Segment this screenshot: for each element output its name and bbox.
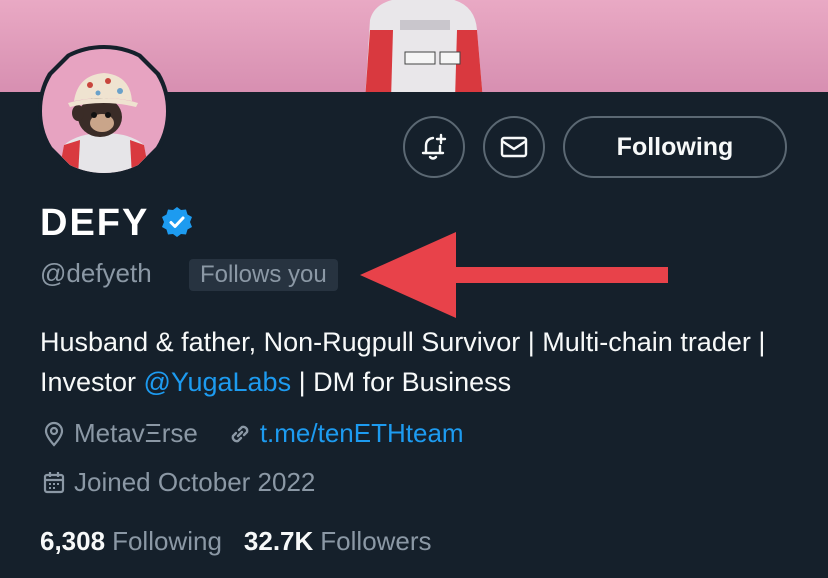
verified-badge-icon: [162, 207, 192, 237]
profile-meta-line: MetavΞrse t.me/tenETHteam: [40, 418, 464, 449]
bio-mention-link[interactable]: @YugaLabs: [144, 367, 292, 397]
joined-date: Joined October 2022: [74, 467, 316, 497]
bio-text-end: | DM for Business: [291, 367, 512, 397]
bell-plus-icon: [421, 133, 447, 160]
joined-line: Joined October 2022: [40, 467, 315, 498]
following-button[interactable]: Following: [563, 116, 787, 178]
red-arrow-annotation: [360, 232, 668, 318]
website-link[interactable]: t.me/tenETHteam: [260, 418, 464, 449]
display-name: DEFY: [40, 202, 150, 244]
location-text: MetavΞrse: [74, 418, 198, 448]
profile-bio: Husband & father, Non-Rugpull Survivor |…: [40, 322, 800, 402]
notify-button[interactable]: [403, 116, 465, 178]
followers-stat[interactable]: 32.7K Followers: [244, 526, 432, 557]
following-label: Following: [112, 526, 222, 556]
followers-label: Followers: [320, 526, 432, 556]
link-icon: [226, 420, 254, 448]
following-count: 6,308: [40, 526, 106, 556]
following-stat[interactable]: 6,308 Following: [40, 526, 222, 557]
avatar[interactable]: [38, 45, 170, 177]
user-handle: @defyeth: [40, 258, 152, 288]
calendar-icon: [40, 469, 68, 497]
follow-stats: 6,308 Following 32.7K Followers: [40, 526, 432, 557]
follows-you-badge: Follows you: [189, 259, 338, 291]
followers-count: 32.7K: [243, 526, 314, 556]
envelope-icon: [500, 136, 528, 158]
message-button[interactable]: [483, 116, 545, 178]
location-pin-icon: [40, 420, 68, 448]
banner-figure-image: [365, 0, 483, 92]
